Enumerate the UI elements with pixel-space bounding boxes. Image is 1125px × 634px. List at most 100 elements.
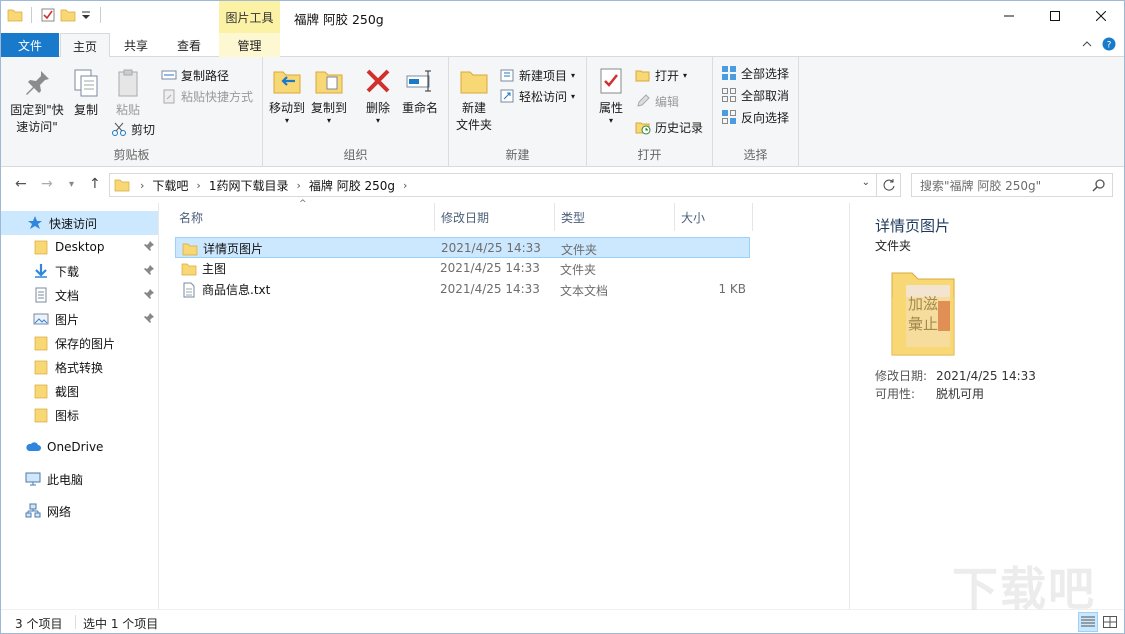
- file-row[interactable]: 主图 2021/4/25 14:33 文件夹: [175, 258, 750, 279]
- column-header-date[interactable]: 修改日期: [435, 203, 555, 231]
- nav-item-documents[interactable]: 文档: [1, 283, 158, 307]
- edit-button[interactable]: 编辑: [635, 91, 679, 111]
- group-label-select: 选择: [743, 148, 768, 162]
- column-header-name[interactable]: 名称: [173, 203, 435, 231]
- forward-arrow-icon[interactable]: →: [41, 176, 53, 192]
- tab-home[interactable]: 主页: [60, 33, 110, 58]
- close-button[interactable]: [1078, 1, 1124, 31]
- file-size: 1 KB: [718, 282, 746, 296]
- new-item-button[interactable]: 新建项目 ▾: [499, 65, 575, 85]
- cut-button[interactable]: 剪切: [111, 119, 155, 139]
- chevron-right-icon[interactable]: ›: [138, 179, 146, 192]
- address-bar[interactable]: › 下载吧 › 1药网下载目录 › 福牌 阿胶 250g › ⌄: [109, 173, 877, 197]
- file-type: 文本文档: [560, 284, 609, 298]
- copy-to-button[interactable]: 复制到 ▾: [309, 65, 349, 125]
- file-row[interactable]: 详情页图片 2021/4/25 14:33 文件夹: [175, 237, 750, 258]
- dropdown-arrow-icon: ▾: [571, 70, 576, 80]
- nav-item-format-convert[interactable]: 格式转换: [1, 355, 158, 379]
- group-label-organize: 组织: [343, 148, 368, 162]
- collapse-ribbon-icon[interactable]: [1082, 40, 1092, 48]
- up-arrow-icon[interactable]: ↑: [89, 176, 101, 192]
- tab-share[interactable]: 共享: [113, 33, 159, 57]
- chevron-right-icon[interactable]: ›: [401, 179, 409, 192]
- nav-item-icons[interactable]: 图标: [1, 403, 158, 427]
- edit-icon: [637, 94, 650, 107]
- maximize-button[interactable]: [1032, 1, 1078, 31]
- properties-icon[interactable]: [40, 7, 56, 23]
- new-folder-button[interactable]: 新建 文件夹: [453, 65, 495, 134]
- edit-label: 编辑: [655, 94, 680, 109]
- folder-icon[interactable]: [7, 7, 23, 23]
- svg-text:?: ?: [1107, 41, 1112, 51]
- new-folder-icon[interactable]: [60, 7, 76, 23]
- properties-button[interactable]: 属性 ▾: [593, 65, 629, 125]
- chevron-down-icon[interactable]: ⌄: [862, 177, 870, 188]
- rename-button[interactable]: 重命名: [399, 65, 441, 117]
- paste-button[interactable]: 粘贴: [109, 67, 147, 119]
- rename-label: 重命名: [401, 101, 438, 115]
- folder-thumbnail-icon: 加滋 彙止: [891, 272, 955, 356]
- open-button[interactable]: 打开 ▾: [635, 65, 687, 85]
- chevron-right-icon[interactable]: ›: [294, 179, 302, 192]
- ribbon-right-controls: ?: [1082, 37, 1116, 51]
- search-input[interactable]: 搜索"福牌 阿胶 250g": [911, 173, 1113, 197]
- refresh-button[interactable]: [877, 173, 901, 197]
- help-icon[interactable]: ?: [1102, 37, 1116, 51]
- delete-button[interactable]: 删除 ▾: [361, 65, 395, 125]
- select-all-button[interactable]: 全部选择: [721, 63, 789, 83]
- move-to-button[interactable]: 移动到 ▾: [267, 65, 307, 125]
- copy-path-button[interactable]: 复制路径: [161, 65, 229, 85]
- easy-access-label: 轻松访问: [519, 89, 568, 104]
- text-file-icon: [183, 282, 195, 297]
- file-name: 商品信息.txt: [202, 283, 271, 297]
- nav-item-quick-access[interactable]: 快速访问: [1, 211, 158, 235]
- pin-icon: [144, 313, 154, 323]
- invert-selection-button[interactable]: 反向选择: [721, 107, 789, 127]
- nav-item-saved-pictures[interactable]: 保存的图片: [1, 331, 158, 355]
- cloud-icon: [26, 442, 41, 451]
- easy-access-icon: [500, 89, 514, 103]
- nav-item-pictures[interactable]: 图片: [1, 307, 158, 331]
- back-arrow-icon[interactable]: ←: [15, 176, 27, 192]
- new-item-label: 新建项目: [519, 68, 568, 83]
- paste-shortcut-button[interactable]: 粘贴快捷方式: [161, 86, 253, 106]
- group-organize: 移动到 ▾ 复制到 ▾ 删除 ▾ 重命名 组织: [263, 57, 449, 167]
- recent-locations-icon[interactable]: ▾: [69, 179, 74, 190]
- pin-quick-access-button[interactable]: 固定到"快 速访问": [7, 67, 67, 136]
- easy-access-button[interactable]: 轻松访问 ▾: [499, 86, 575, 106]
- nav-item-onedrive[interactable]: OneDrive: [1, 435, 158, 459]
- breadcrumb-item[interactable]: 1药网下载目录: [203, 177, 295, 194]
- select-none-button[interactable]: 全部取消: [721, 85, 789, 105]
- nav-item-downloads[interactable]: 下载: [1, 259, 158, 283]
- pin-icon: [26, 71, 49, 95]
- chevron-right-icon[interactable]: ›: [194, 179, 202, 192]
- nav-label: 图标: [55, 408, 80, 423]
- tab-view[interactable]: 查看: [166, 33, 212, 57]
- nav-item-this-pc[interactable]: 此电脑: [1, 467, 158, 491]
- paste-label: 粘贴: [115, 103, 140, 117]
- tab-file[interactable]: 文件: [1, 33, 59, 57]
- minimize-button[interactable]: [986, 1, 1032, 31]
- column-header-type[interactable]: 类型: [555, 203, 675, 231]
- computer-icon: [25, 472, 41, 486]
- breadcrumb-item[interactable]: 下载吧: [146, 177, 194, 194]
- nav-label: 快速访问: [49, 216, 98, 231]
- nav-label: 文档: [55, 288, 80, 303]
- group-select: 全部选择 全部取消 反向选择 选择: [713, 57, 799, 167]
- explorer-window: 图片工具 福牌 阿胶 250g 文件 主页 共享 查看 管理 ? 固定到"快 速…: [0, 0, 1125, 634]
- nav-item-desktop[interactable]: Desktop: [1, 235, 158, 259]
- invert-selection-label: 反向选择: [741, 110, 790, 125]
- select-none-icon: [722, 88, 736, 102]
- history-button[interactable]: 历史记录: [635, 117, 703, 137]
- column-header-size[interactable]: 大小: [675, 203, 753, 231]
- large-icons-view-button[interactable]: [1100, 612, 1120, 632]
- file-row[interactable]: 商品信息.txt 2021/4/25 14:33 文本文档 1 KB: [175, 279, 750, 300]
- group-clipboard: 固定到"快 速访问" 复制 粘贴 复制路径 粘贴快捷方式 剪切 剪贴板: [1, 57, 263, 167]
- nav-item-screenshots[interactable]: 截图: [1, 379, 158, 403]
- customize-qat-icon[interactable]: [80, 7, 92, 23]
- nav-item-network[interactable]: 网络: [1, 499, 158, 523]
- breadcrumb-item[interactable]: 福牌 阿胶 250g: [303, 177, 401, 194]
- tab-manage[interactable]: 管理: [219, 33, 280, 57]
- separator: [100, 7, 101, 23]
- copy-button[interactable]: 复制: [69, 67, 103, 119]
